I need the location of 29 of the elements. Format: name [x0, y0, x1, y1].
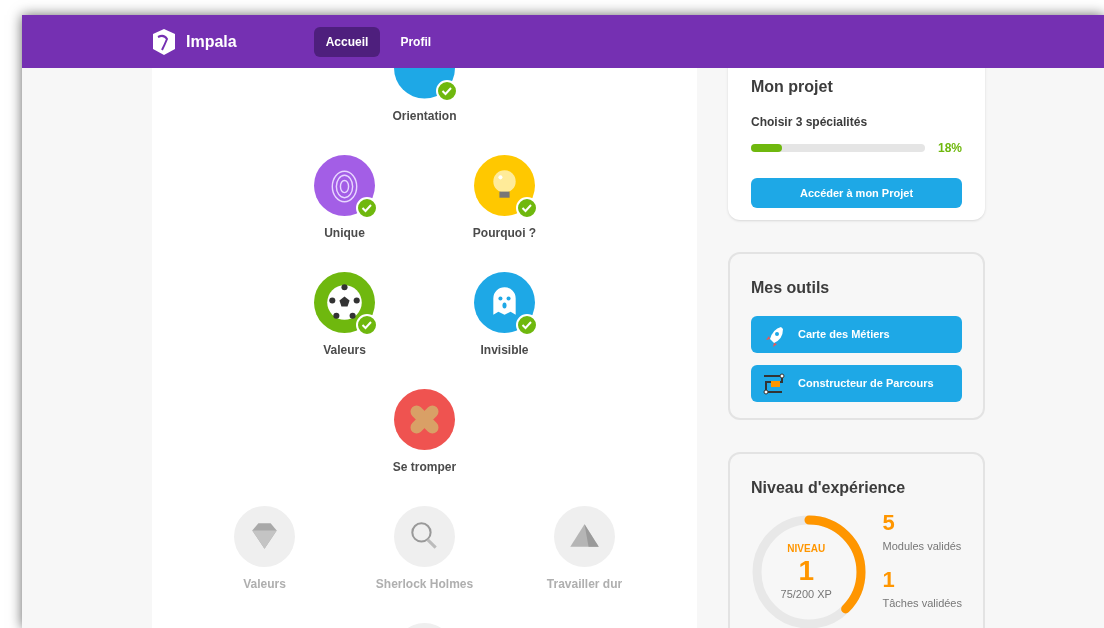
- task-label: Choisir 3 spécialités: [751, 114, 869, 131]
- skill-label: Travailler dur: [546, 576, 623, 593]
- logo-icon: [152, 27, 176, 56]
- skill-label: Pourquoi ?: [472, 225, 537, 242]
- nav-tab[interactable]: Profil: [388, 26, 444, 57]
- stat-label: Tâches validées: [882, 595, 962, 611]
- brand-name: Impala: [186, 31, 237, 52]
- skill-label: Se tromper: [392, 459, 457, 476]
- card-title: Niveau d'expérience: [751, 478, 907, 498]
- skill-label: Invisible: [480, 342, 529, 359]
- tool-button[interactable]: Constructeur de Parcours: [751, 365, 962, 402]
- card-title: Mon projet: [751, 77, 834, 97]
- level-value: 1: [798, 556, 815, 587]
- skill-label: Sherlock Holmes: [375, 576, 474, 593]
- project-button[interactable]: Accéder à mon Projet: [751, 178, 962, 208]
- level-caption: NIVEAU: [787, 542, 826, 557]
- stat-value: 1: [882, 566, 896, 593]
- tool-button[interactable]: Carte des Métiers: [751, 316, 962, 353]
- card-title: Mes outils: [751, 278, 831, 298]
- progress-reading: 18%: [937, 140, 962, 157]
- nav-tab[interactable]: Accueil: [313, 26, 381, 57]
- stat-label: Modules validés: [882, 539, 962, 554]
- skill-label: Orientation: [392, 108, 457, 125]
- xp-reading: 75/200 XP: [780, 587, 832, 603]
- stat-value: 5: [882, 510, 896, 536]
- skill-label: Valeurs: [323, 342, 366, 359]
- skill-label: Valeurs: [243, 576, 286, 593]
- skill-label: Unique: [324, 225, 365, 242]
- route-flag-icon: [761, 371, 785, 396]
